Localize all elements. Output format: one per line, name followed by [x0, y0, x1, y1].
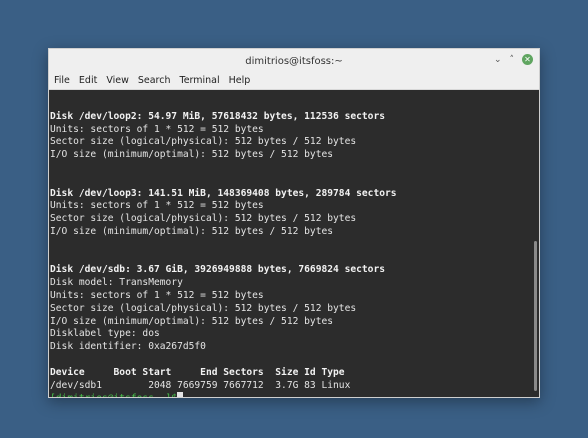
terminal-line: Disklabel type: dos [50, 328, 160, 340]
maximize-icon[interactable]: ˄ [510, 55, 515, 65]
terminal-line: Units: sectors of 1 * 512 = 512 bytes [50, 200, 264, 212]
window-title: dimitrios@itsfoss:~ [245, 55, 343, 67]
terminal-line: Units: sectors of 1 * 512 = 512 bytes [50, 289, 264, 301]
terminal-line: Disk /dev/loop3: 141.51 MiB, 148369408 b… [50, 187, 397, 199]
terminal-line: I/O size (minimum/optimal): 512 bytes / … [50, 149, 334, 161]
menu-file[interactable]: File [54, 75, 70, 86]
terminal-line: Disk /dev/sdb: 3.67 GiB, 3926949888 byte… [50, 264, 386, 276]
menu-help[interactable]: Help [229, 75, 251, 86]
close-icon[interactable]: ✕ [522, 54, 533, 65]
terminal-lines: Disk /dev/loop2: 54.97 MiB, 57618432 byt… [49, 98, 539, 397]
terminal-line: Device Boot Start End Sectors Size Id Ty… [50, 366, 345, 378]
terminal-line: I/O size (minimum/optimal): 512 bytes / … [50, 225, 334, 237]
prompt-line[interactable]: [dimitrios@itsfoss ~]$ [50, 392, 539, 397]
terminal-output[interactable]: Disk /dev/loop2: 54.97 MiB, 57618432 byt… [49, 90, 539, 397]
terminal-line: Sector size (logical/physical): 512 byte… [50, 136, 357, 148]
menu-bar: File Edit View Search Terminal Help [49, 71, 539, 90]
terminal-line: I/O size (minimum/optimal): 512 bytes / … [50, 315, 334, 327]
menu-edit[interactable]: Edit [79, 75, 97, 86]
title-bar[interactable]: dimitrios@itsfoss:~ ⌄ ˄ ✕ [49, 49, 539, 71]
menu-view[interactable]: View [106, 75, 129, 86]
terminal-line: Sector size (logical/physical): 512 byte… [50, 302, 357, 314]
cursor [177, 392, 184, 397]
window-controls: ⌄ ˄ ✕ [494, 54, 533, 65]
scrollbar[interactable] [533, 94, 537, 393]
terminal-line: Units: sectors of 1 * 512 = 512 bytes [50, 123, 264, 135]
terminal-line: Sector size (logical/physical): 512 byte… [50, 213, 357, 225]
terminal-line: Disk model: TransMemory [50, 277, 183, 289]
terminal-line: /dev/sdb1 2048 7669759 7667712 3.7G 83 L… [50, 379, 351, 391]
menu-search[interactable]: Search [138, 75, 171, 86]
terminal-window: dimitrios@itsfoss:~ ⌄ ˄ ✕ File Edit View… [48, 48, 540, 398]
terminal-line: Disk /dev/loop2: 54.97 MiB, 57618432 byt… [50, 110, 386, 122]
terminal-line: Disk identifier: 0xa267d5f0 [50, 341, 206, 353]
scrollbar-thumb[interactable] [534, 241, 537, 391]
menu-terminal[interactable]: Terminal [180, 75, 220, 86]
minimize-icon[interactable]: ⌄ [494, 55, 502, 65]
shell-prompt: [dimitrios@itsfoss ~]$ [50, 393, 177, 397]
